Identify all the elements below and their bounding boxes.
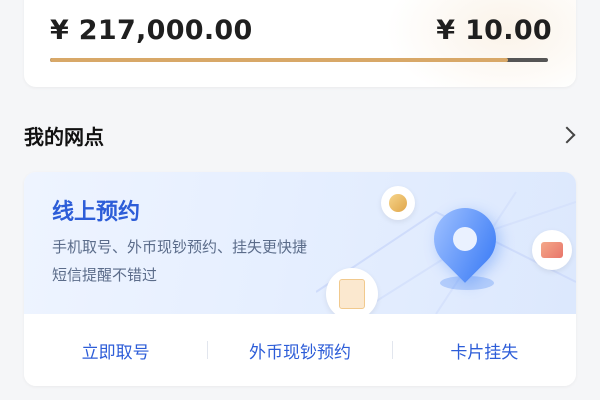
balance-progress-bar [50, 58, 548, 62]
banner-desc-line1: 手机取号、外币现钞预约、挂失更快捷 [52, 238, 308, 256]
take-number-button[interactable]: 立即取号 [24, 338, 207, 363]
balance-amount-right: ¥ 10.00 [436, 15, 552, 46]
balance-card: ¥ 217,000.00 ¥ 10.00 [24, 0, 576, 87]
banner-title: 线上预约 [52, 200, 141, 225]
banner-desc-line2: 短信提醒不错过 [52, 266, 158, 284]
online-appointment-banner[interactable]: 线上预约 手机取号、外币现钞预约、挂失更快捷 短信提醒不错过 [24, 172, 576, 314]
ticket-icon [326, 268, 378, 314]
section-title: 我的网点 [24, 124, 104, 149]
balance-progress-fill [50, 58, 509, 62]
my-branch-header[interactable]: 我的网点 [24, 118, 579, 152]
chevron-right-icon[interactable] [558, 126, 576, 144]
coin-icon [381, 186, 415, 220]
branch-card: 线上预约 手机取号、外币现钞预约、挂失更快捷 短信提醒不错过 立即取号 外币现钞… [24, 172, 576, 386]
actions-row: 立即取号 外币现钞预约 卡片挂失 [24, 314, 576, 386]
card-loss-report-button[interactable]: 卡片挂失 [393, 338, 576, 363]
balance-amount-left: ¥ 217,000.00 [50, 15, 253, 46]
bank-card-icon [532, 230, 572, 270]
foreign-cash-appointment-button[interactable]: 外币现钞预约 [208, 338, 391, 363]
